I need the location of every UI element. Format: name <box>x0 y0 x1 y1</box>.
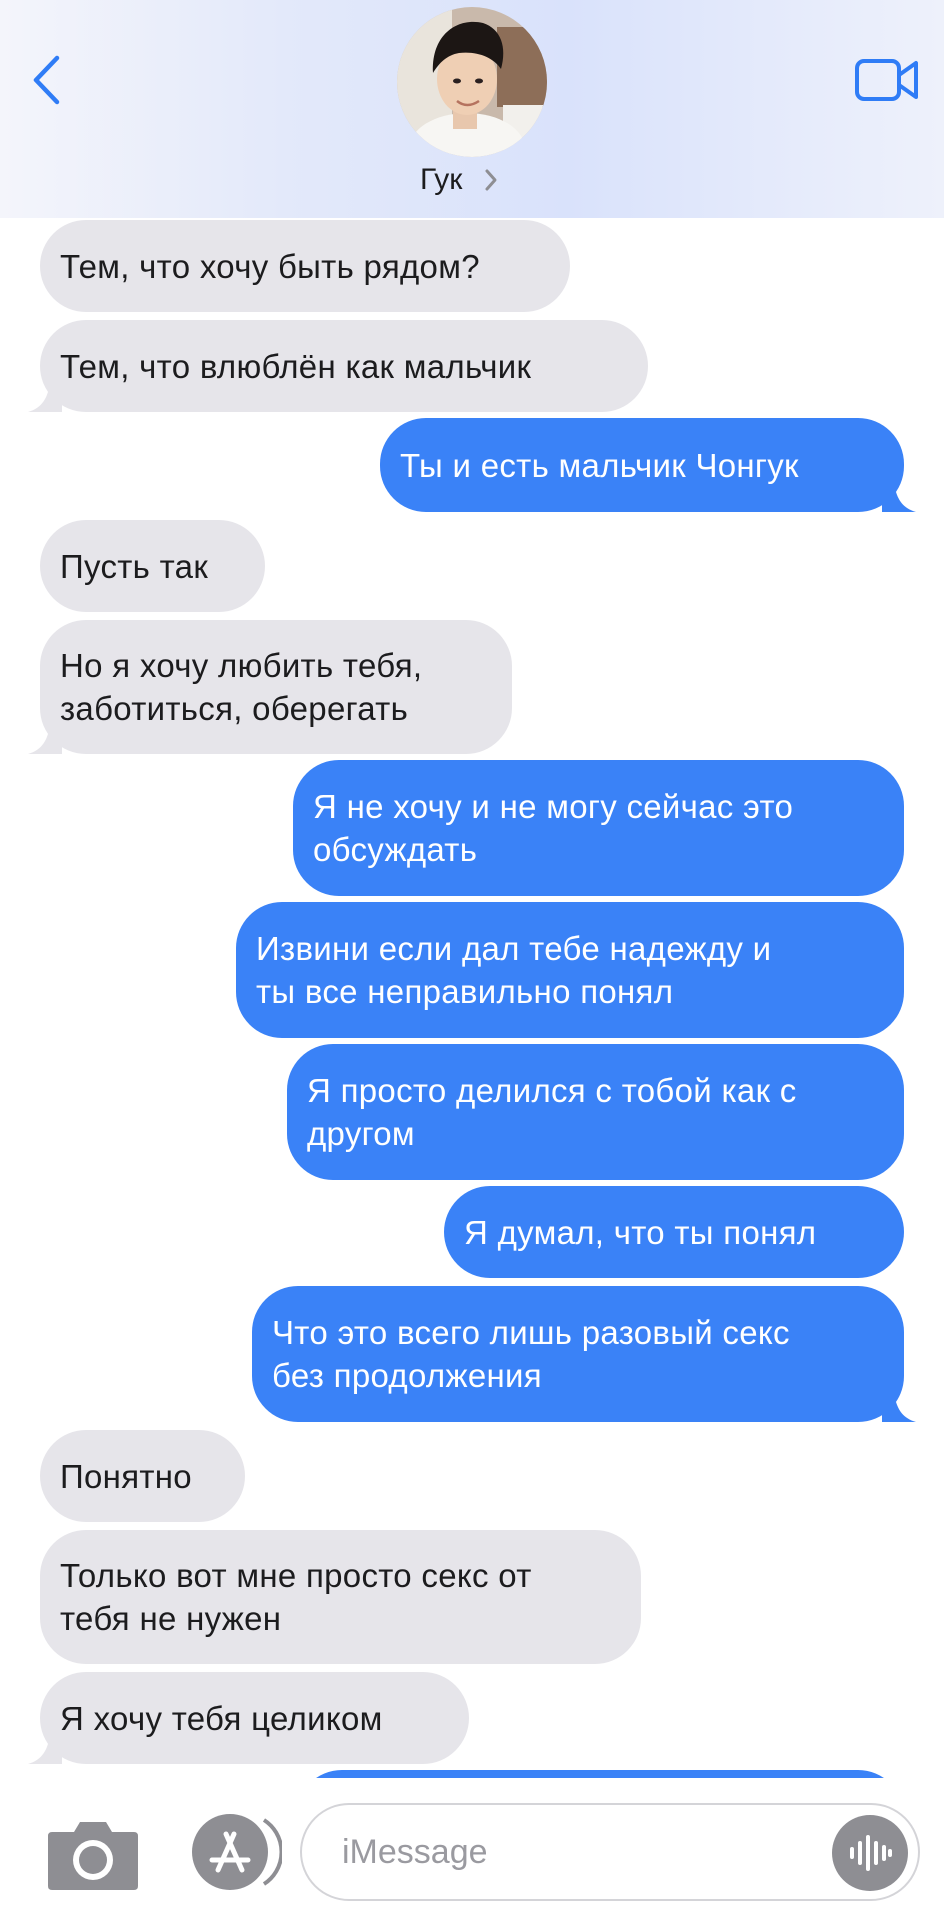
camera-button[interactable] <box>46 1818 140 1892</box>
message-text: Я просто делился с тобой как с другом <box>307 1072 797 1152</box>
bubble-tail <box>882 1392 916 1422</box>
app-store-icon <box>192 1814 284 1890</box>
message-text: Что это всего лишь разовый секс без прод… <box>272 1314 790 1394</box>
message-bubble-incoming[interactable]: Но я хочу любить тебя, заботиться, обере… <box>28 620 512 754</box>
message-bubble-outgoing[interactable] <box>296 1770 904 1778</box>
audio-message-button[interactable] <box>832 1815 908 1891</box>
message-bubble-incoming[interactable]: Только вот мне просто секс от тебя не ну… <box>40 1530 641 1664</box>
contact-avatar[interactable] <box>397 7 547 157</box>
app-store-button[interactable] <box>182 1812 284 1892</box>
message-bubble-outgoing[interactable]: Я думал, что ты понял <box>444 1186 904 1278</box>
message-thread[interactable]: Тем, что хочу быть рядом? Тем, что влюбл… <box>0 218 944 1778</box>
composer-bar <box>0 1778 944 1920</box>
video-camera-icon <box>855 59 918 101</box>
message-bubble-incoming[interactable]: Тем, что влюблён как мальчик <box>28 320 648 412</box>
audio-waveform-icon <box>850 1835 892 1871</box>
avatar-photo <box>397 7 547 157</box>
chevron-right-icon <box>485 169 497 191</box>
video-call-button[interactable] <box>853 52 921 108</box>
message-text: Я думал, что ты понял <box>464 1213 817 1251</box>
bubble-tail <box>28 382 62 412</box>
message-bubble-incoming[interactable]: Понятно <box>40 1430 245 1522</box>
contact-name-button[interactable]: Гук <box>420 160 498 200</box>
message-text: Тем, что хочу быть рядом? <box>60 247 480 285</box>
message-text: Я хочу тебя целиком <box>60 1699 383 1737</box>
message-bubble-incoming[interactable]: Тем, что хочу быть рядом? <box>40 220 570 312</box>
message-bubble-outgoing[interactable]: Я просто делился с тобой как с другом <box>287 1044 904 1180</box>
contact-name: Гук <box>420 163 463 196</box>
bubble-tail <box>28 724 62 754</box>
message-text: Я не хочу и не могу сейчас это обсуждать <box>313 788 794 868</box>
message-input[interactable] <box>340 1831 784 1873</box>
message-text: Извини если дал тебе надежду и ты все не… <box>256 930 772 1010</box>
message-input-container <box>300 1803 920 1901</box>
bubble-tail <box>28 1734 62 1764</box>
conversation-header: Гук <box>0 0 944 218</box>
message-text: Пусть так <box>60 547 209 585</box>
message-text: Понятно <box>60 1457 192 1495</box>
message-bubble-incoming[interactable]: Пусть так <box>40 520 265 612</box>
bubble-tail <box>882 482 916 512</box>
camera-icon <box>48 1822 138 1890</box>
message-bubble-outgoing[interactable]: Что это всего лишь разовый секс без прод… <box>252 1286 916 1422</box>
message-text: Тем, что влюблён как мальчик <box>60 347 532 385</box>
back-button[interactable] <box>26 52 66 108</box>
message-bubble-outgoing[interactable]: Извини если дал тебе надежду и ты все не… <box>236 902 904 1038</box>
message-text: Но я хочу любить тебя, заботиться, обере… <box>60 647 423 727</box>
message-bubble-outgoing[interactable]: Я не хочу и не могу сейчас это обсуждать <box>293 760 904 896</box>
chevron-left-icon <box>33 55 60 105</box>
message-bubble-incoming[interactable]: Я хочу тебя целиком <box>28 1672 469 1764</box>
message-bubble-outgoing[interactable]: Ты и есть мальчик Чонгук <box>380 418 916 512</box>
message-text: Ты и есть мальчик Чонгук <box>400 446 799 484</box>
message-text: Только вот мне просто секс от тебя не ну… <box>60 1557 532 1637</box>
